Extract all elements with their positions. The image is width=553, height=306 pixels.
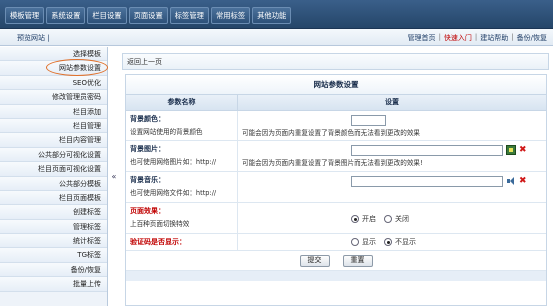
captcha-show-radio[interactable]: 显示 [351,237,376,247]
radio-dot [384,238,392,246]
top-navigation-bar: 模板管理 系统设置 栏目设置 页面设置 标签管理 常用标签 其他功能 [0,0,553,29]
nav-other-functions[interactable]: 其他功能 [252,7,292,24]
quick-links: 管理首页 | 快速入门 | 建站帮助 | 备份/恢复 [408,33,547,43]
bgmusic-desc: 也可使用网络文件如：http:// [130,189,217,197]
radio-label: 显示 [362,238,376,246]
delete-icon[interactable]: ✖ [519,176,527,186]
sidebar-item-change-password[interactable]: 修改管理员密码 [0,90,107,105]
table-row: 背景音乐： 也可使用网络文件如：http:// ✖ [126,172,546,203]
sidebar-item-column-content[interactable]: 栏目内容管理 [0,133,107,148]
bgmusic-label: 背景音乐： [130,176,165,184]
effect-label: 页面效果： [130,207,165,215]
form-actions: 提交 重置 [126,251,546,271]
submit-button[interactable]: 提交 [299,255,330,267]
radio-dot [351,238,359,246]
sidebar-item-add-column[interactable]: 栏目添加 [0,104,107,119]
sidebar-item-batch-upload[interactable]: 批量上传 [0,277,107,292]
sidebar-item-public-template[interactable]: 公共部分模板 [0,176,107,191]
nav-column-settings[interactable]: 栏目设置 [87,7,127,24]
nav-page-settings[interactable]: 页面设置 [128,7,168,24]
nav-common-tags[interactable]: 常用标签 [210,7,251,24]
radio-dot [384,215,392,223]
separator: | [474,33,478,41]
bgmusic-input[interactable] [351,175,503,187]
separator: | [511,33,514,41]
nav-tag-management[interactable]: 标签管理 [169,7,209,24]
sidebar-item-column-management[interactable]: 栏目管理 [0,118,107,134]
sidebar-item-backup[interactable]: 备份/恢复 [0,262,107,278]
bgimage-note: 可能会因为页面内重复设置了背景图片而无法看到更改的效果! [242,159,423,167]
nav-template-management[interactable]: 模板管理 [5,7,45,24]
main-content: 返回上一页 网站参数设置 参数名称 设置 背景颜色： 设置网站使用的背景颜色 可… [122,53,549,306]
page-title: 网站参数设置 [126,75,546,95]
radio-label: 不显示 [395,238,416,246]
sidebar: 选择模板 网站参数设置 SEO优化 修改管理员密码 栏目添加 栏目管理 栏目内容… [0,47,108,306]
sidebar-item-public-visual[interactable]: 公共部分可视化设置 [0,147,107,163]
table-row: 背景图片： 也可使用网络图片如：http:// ✖ 可能会因为页面内重复设置了背… [126,141,546,172]
bgimage-input[interactable] [351,144,503,156]
sidebar-item-site-params[interactable]: 网站参数设置 [0,59,108,77]
column-header-name: 参数名称 [126,95,238,110]
captcha-hide-radio[interactable]: 不显示 [384,237,416,247]
bgcolor-label: 背景颜色： [130,115,165,123]
link-site-help[interactable]: 建站帮助 [480,33,508,43]
preview-site-link[interactable]: 预览网站 | [17,33,50,43]
reset-button[interactable]: 重置 [342,255,373,267]
bgcolor-desc: 设置网站使用的背景颜色 [130,128,203,136]
effect-on-radio[interactable]: 开启 [351,214,376,224]
nav-system-settings[interactable]: 系统设置 [46,7,86,24]
highlight-ring [46,59,108,77]
settings-panel: 网站参数设置 参数名称 设置 背景颜色： 设置网站使用的背景颜色 可能会因为页面… [125,74,547,306]
panel-footer [126,271,546,281]
bgimage-label: 背景图片： [130,145,165,153]
sidebar-item-stat-tags[interactable]: 统计标签 [0,234,107,249]
radio-dot [351,215,359,223]
effect-off-radio[interactable]: 关闭 [384,214,409,224]
sub-header: 预览网站 | 管理首页 | 快速入门 | 建站帮助 | 备份/恢复 [0,29,553,46]
sidebar-item-manage-tags[interactable]: 管理标签 [0,219,107,235]
link-backup-restore[interactable]: 备份/恢复 [517,33,547,43]
effect-desc: 上百种页面切换特效 [130,220,190,228]
audio-picker-icon[interactable] [506,176,516,186]
back-link[interactable]: 返回上一页 [122,53,549,70]
table-header: 参数名称 设置 [126,95,546,111]
captcha-label: 验证码是否显示： [130,238,186,246]
sidebar-item-tg-tags[interactable]: TG标签 [0,248,107,263]
column-header-setting: 设置 [385,98,399,106]
image-picker-icon[interactable] [506,145,516,155]
radio-label: 开启 [362,215,376,223]
table-row: 验证码是否显示： 显示 不显示 [126,234,546,251]
collapse-sidebar-icon[interactable]: « [109,172,119,184]
sidebar-item-column-template[interactable]: 栏目页面模板 [0,190,107,206]
sidebar-item-seo[interactable]: SEO优化 [0,75,107,91]
top-nav: 模板管理 系统设置 栏目设置 页面设置 标签管理 常用标签 其他功能 [5,7,292,24]
link-admin-home[interactable]: 管理首页 [408,33,436,43]
bgcolor-note: 可能会因为页面内重复设置了背景颜色而无法看到更改的效果 [242,129,421,137]
link-quick-start[interactable]: 快速入门 [444,33,472,43]
sidebar-item-column-visual[interactable]: 栏目页面可视化设置 [0,162,107,177]
sidebar-item-create-tag[interactable]: 创建标签 [0,205,107,220]
separator: | [438,33,441,41]
table-row: 页面效果： 上百种页面切换特效 开启 关闭 [126,203,546,234]
delete-icon[interactable]: ✖ [519,145,527,155]
table-row: 背景颜色： 设置网站使用的背景颜色 可能会因为页面内重复设置了背景颜色而无法看到… [126,111,546,141]
bgimage-desc: 也可使用网络图片如：http:// [130,158,217,166]
bgcolor-input[interactable] [351,114,386,126]
radio-label: 关闭 [395,215,409,223]
